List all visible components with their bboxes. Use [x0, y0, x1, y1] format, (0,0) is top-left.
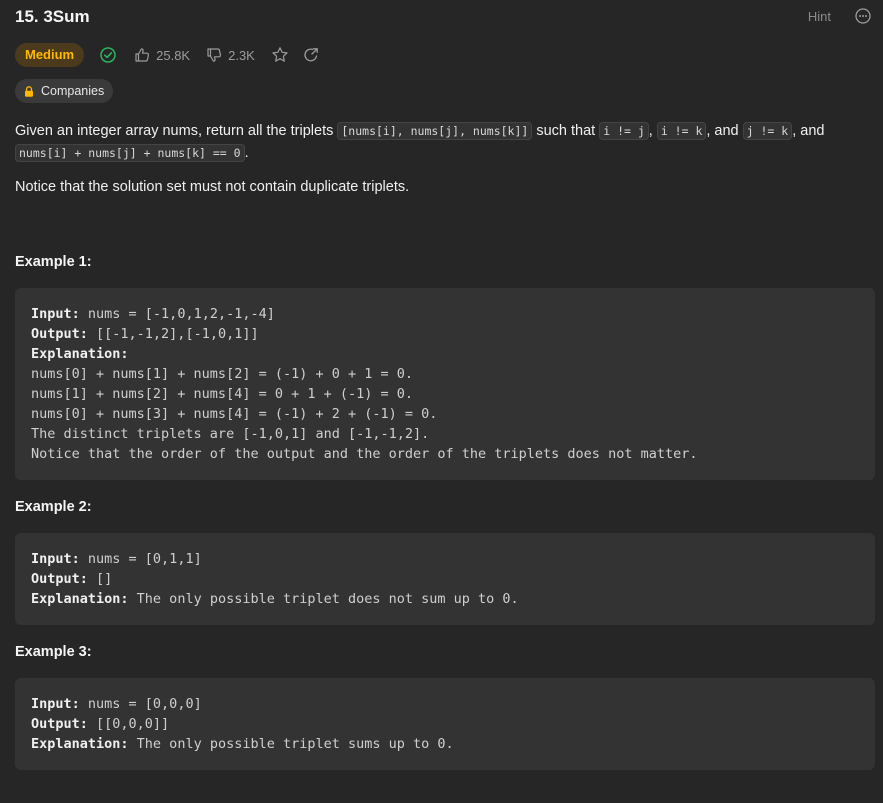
example-title: Example 2: — [15, 499, 92, 515]
thumbs-down-icon — [207, 48, 222, 62]
explanation-line: The distinct triplets are [-1,0,1] and [… — [31, 426, 430, 442]
output-value: [] — [87, 571, 113, 587]
problem-title[interactable]: 15. 3Sum — [15, 6, 871, 28]
more-icon[interactable] — [855, 8, 871, 24]
problem-description-panel: 15. 3Sum Hint Medium 25.8K 2.3K Companie… — [0, 0, 883, 803]
example-title: Example 1: — [15, 254, 92, 270]
input-value: nums = [-1,0,1,2,-1,-4] — [79, 306, 275, 322]
example-block: Input: nums = [-1,0,1,2,-1,-4] Output: [… — [15, 288, 875, 480]
check-circle-icon — [100, 47, 116, 63]
output-value: [[-1,-1,2],[-1,0,1]] — [87, 326, 259, 342]
explanation-text: The only possible triplet sums up to 0. — [128, 736, 454, 752]
statement-text: , and — [792, 123, 825, 139]
explanation-label: Explanation: — [31, 346, 129, 362]
explanation-label: Explanation: — [31, 591, 129, 607]
statement-text: . — [244, 145, 249, 161]
explanation-label: Explanation: — [31, 736, 129, 752]
input-label: Input: — [31, 551, 80, 567]
input-label: Input: — [31, 696, 80, 712]
statement-text: , — [648, 123, 657, 139]
meta-row: Medium 25.8K 2.3K — [15, 43, 319, 67]
like-button[interactable]: 25.8K — [134, 47, 190, 63]
inline-code: j != k — [742, 122, 793, 140]
example-block: Input: nums = [0,0,0] Output: [[0,0,0]] … — [15, 678, 875, 770]
companies-tag[interactable]: Companies — [15, 79, 114, 103]
input-value: nums = [0,0,0] — [79, 696, 202, 712]
explanation-line: Notice that the order of the output and … — [31, 446, 698, 462]
like-count: 25.8K — [156, 47, 191, 63]
explanation-line: nums[1] + nums[2] + nums[4] = 0 + 1 + (-… — [31, 386, 414, 402]
inline-code: i != j — [599, 122, 649, 140]
thumbs-up-icon — [135, 48, 150, 62]
statement-text: such that — [532, 123, 600, 139]
explanation-line: nums[0] + nums[1] + nums[2] = (-1) + 0 +… — [31, 366, 414, 382]
problem-statement: Given an integer array nums, return all … — [15, 120, 865, 164]
example-block: Input: nums = [0,1,1] Output: [] Explana… — [15, 533, 875, 625]
difficulty-badge: Medium — [15, 43, 85, 67]
inline-code: i != k — [656, 122, 707, 140]
star-icon[interactable] — [271, 46, 289, 64]
companies-label: Companies — [41, 84, 105, 98]
output-label: Output: — [31, 326, 88, 342]
output-label: Output: — [31, 571, 88, 587]
share-icon[interactable] — [303, 47, 319, 63]
notice-text: Notice that the solution set must not co… — [15, 179, 410, 195]
input-value: nums = [0,1,1] — [79, 551, 202, 567]
inline-code: nums[i] + nums[j] + nums[k] == 0 — [15, 144, 245, 162]
output-value: [[0,0,0]] — [87, 716, 170, 732]
explanation-text: The only possible triplet does not sum u… — [128, 591, 519, 607]
dislike-button[interactable]: 2.3K — [206, 47, 255, 63]
example-title: Example 3: — [15, 644, 92, 660]
explanation-line: nums[0] + nums[3] + nums[4] = (-1) + 2 +… — [31, 406, 438, 422]
input-label: Input: — [31, 306, 80, 322]
hint-button[interactable]: Hint — [808, 9, 831, 24]
statement-text: , and — [706, 123, 743, 139]
dislike-count: 2.3K — [228, 47, 255, 63]
lock-icon — [25, 85, 33, 97]
inline-code: [nums[i], nums[j], nums[k]] — [337, 122, 533, 140]
output-label: Output: — [31, 716, 88, 732]
title-row: 15. 3Sum Hint — [15, 6, 871, 28]
statement-text: Given an integer array nums, return all … — [15, 123, 338, 139]
